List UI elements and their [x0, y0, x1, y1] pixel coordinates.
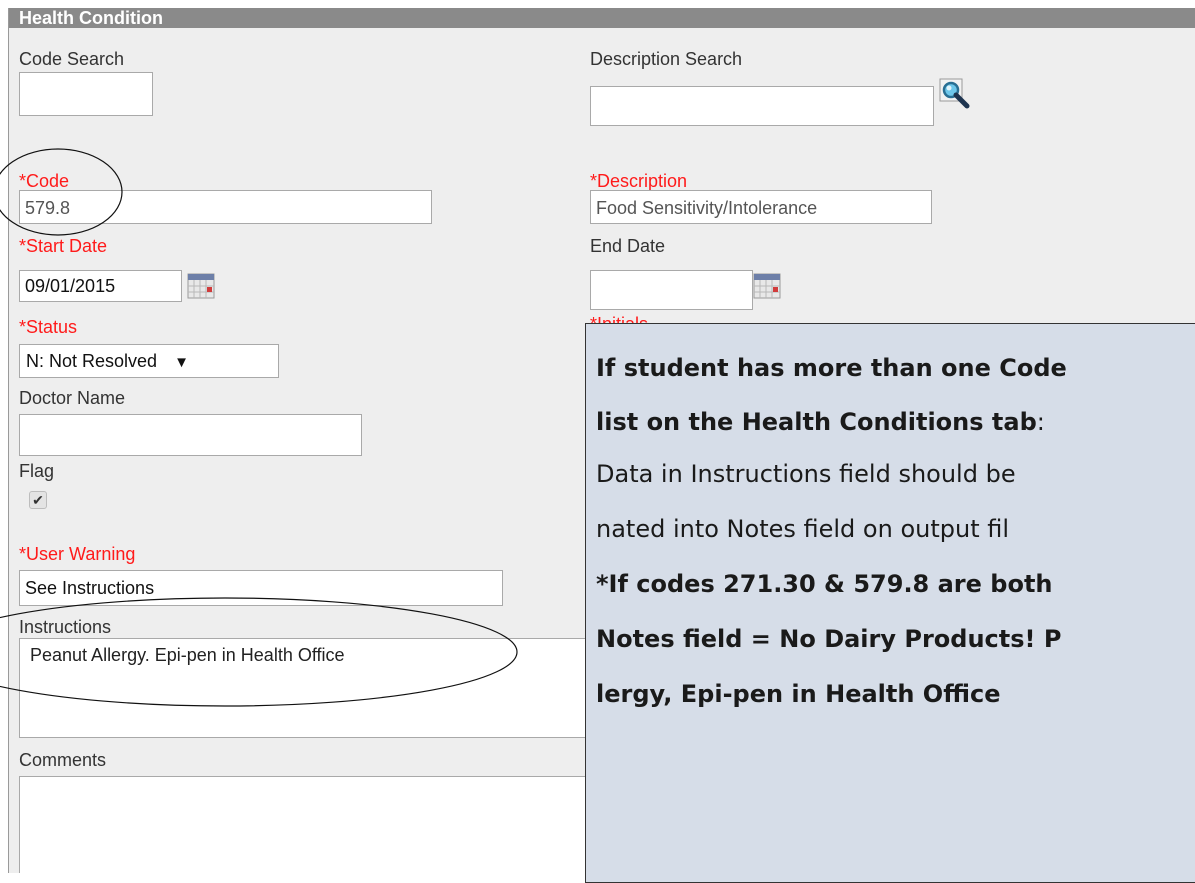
code-field[interactable]: 579.8 [19, 190, 432, 224]
flag-label: Flag [19, 461, 55, 481]
description-field[interactable]: Food Sensitivity/Intolerance [590, 190, 932, 224]
callout-line-3: Data in Instructions field should be [596, 460, 1016, 488]
callout-line-5: *If codes 271.30 & 579.8 are both [596, 570, 1053, 598]
instructions-label: Instructions [19, 617, 112, 637]
calendar-icon[interactable] [187, 273, 215, 299]
check-icon: ✔ [32, 492, 44, 508]
callout-line-2: list on the Health Conditions tab: [596, 408, 1045, 436]
callout-line-4: nated into Notes field on output fil [596, 515, 1010, 543]
magnifier-icon[interactable] [939, 78, 973, 112]
start-date-field[interactable]: 09/01/2015 [19, 270, 182, 302]
chevron-down-icon: ▼ [174, 354, 189, 371]
code-search-label: Code Search [19, 49, 125, 69]
end-date-field[interactable] [590, 270, 753, 310]
flag-checkbox[interactable]: ✔ [29, 491, 47, 509]
instructions-textarea[interactable]: Peanut Allergy. Epi-pen in Health Office [19, 638, 599, 738]
status-value: N: Not Resolved [26, 351, 158, 371]
doctor-name-label: Doctor Name [19, 388, 126, 408]
calendar-icon[interactable] [753, 273, 781, 299]
code-search-input[interactable] [19, 72, 153, 116]
callout-line-6: Notes field = No Dairy Products! P [596, 625, 1062, 653]
user-warning-field[interactable]: See Instructions [19, 570, 503, 606]
status-label: *Status [19, 317, 78, 337]
comments-label: Comments [19, 750, 107, 770]
callout-line-1: If student has more than one Code [596, 354, 1067, 382]
panel-title: Health Condition [9, 8, 1195, 28]
comments-textarea[interactable] [19, 776, 599, 873]
description-search-label: Description Search [590, 49, 743, 69]
description-label: *Description [590, 171, 688, 191]
code-label: *Code [19, 171, 70, 191]
description-search-input[interactable] [590, 86, 934, 126]
doctor-name-field[interactable] [19, 414, 362, 456]
end-date-label: End Date [590, 236, 666, 256]
user-warning-label: *User Warning [19, 544, 136, 564]
note-callout: If student has more than one Code list o… [585, 323, 1195, 883]
status-select[interactable]: N: Not Resolved ▼ [19, 344, 279, 378]
callout-line-7: lergy, Epi-pen in Health Office [596, 680, 1001, 708]
start-date-label: *Start Date [19, 236, 108, 256]
